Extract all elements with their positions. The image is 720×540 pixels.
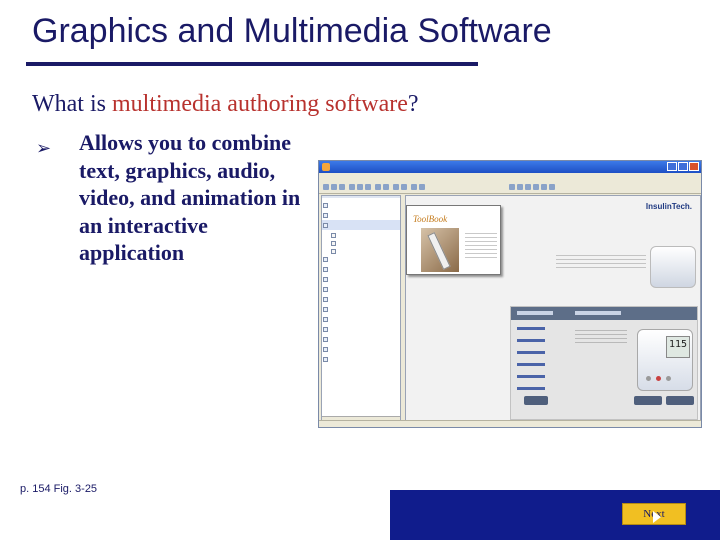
window-controls bbox=[667, 162, 699, 171]
tree-item bbox=[322, 314, 400, 324]
slide-question: What is multimedia authoring software? bbox=[32, 91, 419, 118]
page-tree-panel bbox=[321, 195, 401, 425]
next-page-button bbox=[666, 396, 694, 405]
bullet-text: Allows you to combine text, graphics, au… bbox=[79, 130, 301, 265]
window-titlebar bbox=[319, 161, 701, 173]
tree-item bbox=[322, 200, 400, 210]
tree-item bbox=[322, 230, 400, 238]
back-button bbox=[634, 396, 662, 405]
question-suffix: ? bbox=[407, 91, 419, 117]
tree-item bbox=[322, 274, 400, 284]
tree-item bbox=[322, 254, 400, 264]
figure-caption: p. 154 Fig. 3-25 bbox=[20, 483, 98, 495]
pointer-cursor-icon bbox=[653, 511, 661, 523]
thumbnail-text bbox=[465, 230, 497, 260]
device-reading: 115 bbox=[669, 339, 688, 350]
tree-item bbox=[322, 238, 400, 246]
tree-item bbox=[322, 246, 400, 254]
feature-links bbox=[517, 327, 545, 399]
app-icon bbox=[322, 163, 330, 171]
glucose-monitor-image bbox=[650, 246, 696, 288]
tree-item bbox=[322, 220, 400, 230]
slide-title: Graphics and Multimedia Software bbox=[32, 12, 552, 50]
tree-item bbox=[322, 354, 400, 364]
tree-item bbox=[322, 324, 400, 334]
tree-item bbox=[322, 304, 400, 314]
toolbook-thumbnail: ToolBook bbox=[406, 205, 501, 275]
title-underline bbox=[26, 62, 478, 66]
window-toolbar bbox=[319, 182, 701, 194]
question-prefix: What is bbox=[32, 91, 112, 117]
toolbook-screenshot: InsulinTech. 115 ToolBook bbox=[318, 160, 702, 428]
tree-item bbox=[322, 294, 400, 304]
window-menubar bbox=[319, 173, 701, 182]
exit-button bbox=[524, 396, 548, 405]
window-statusbar bbox=[319, 420, 701, 427]
tree-item bbox=[322, 344, 400, 354]
tree-item bbox=[322, 284, 400, 294]
toolbook-logo: ToolBook bbox=[413, 214, 448, 224]
feature-description bbox=[575, 327, 627, 345]
tree-item bbox=[322, 210, 400, 220]
features-panel-header bbox=[511, 307, 697, 320]
monitor-device-image: 115 bbox=[637, 329, 693, 391]
tree-item bbox=[322, 264, 400, 274]
bullet-arrow-icon: ➢ bbox=[36, 138, 52, 159]
tree-item bbox=[322, 334, 400, 344]
device-screen: 115 bbox=[666, 336, 690, 358]
question-highlight: multimedia authoring software bbox=[111, 91, 408, 117]
next-button[interactable]: Next bbox=[622, 503, 686, 525]
intro-text-block bbox=[556, 252, 646, 270]
brand-logo: InsulinTech. bbox=[645, 202, 692, 211]
